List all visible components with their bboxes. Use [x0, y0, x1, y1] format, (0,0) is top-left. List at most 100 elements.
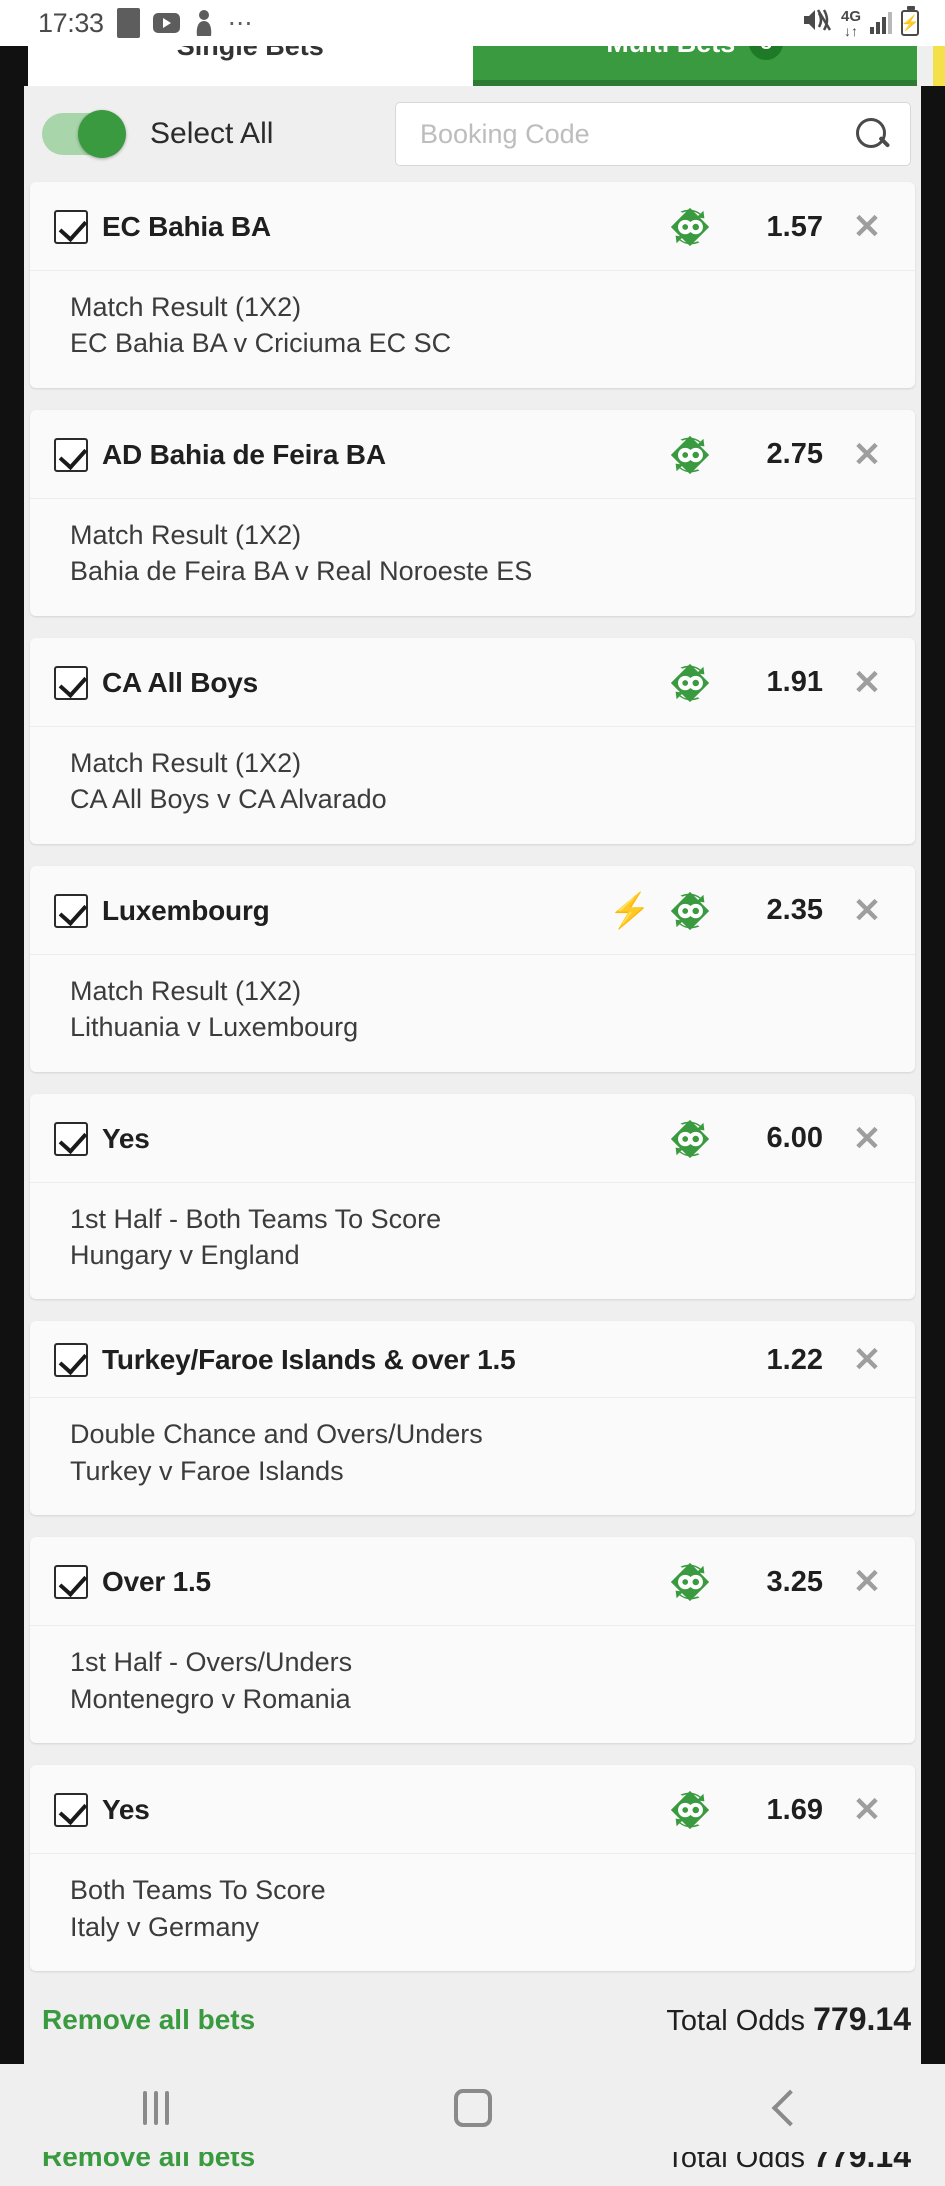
- more-dots-icon: ⋯: [227, 9, 255, 37]
- tab-multi-bets-badge: 8: [749, 46, 784, 60]
- android-nav-bar: [0, 2064, 945, 2152]
- bet-odds: 2.75: [766, 438, 823, 471]
- bet-odds: 1.69: [766, 1793, 823, 1826]
- bet-slip-page: Select All EC Bahia BA 1.57 ✕ Match Resu…: [0, 86, 945, 2064]
- cashout-icon[interactable]: [667, 1116, 713, 1162]
- bet-event: CA All Boys v CA Alvarado: [70, 784, 387, 815]
- cashout-icon-glyph: [670, 891, 710, 930]
- bet-card-body: Match Result (1X2) CA All Boys v CA Alva…: [30, 727, 915, 844]
- cashout-icon[interactable]: [667, 204, 713, 250]
- signal-icon: [870, 12, 892, 34]
- bet-card: AD Bahia de Feira BA 2.75 ✕ Match Result…: [30, 409, 915, 616]
- bet-checkbox[interactable]: [54, 437, 88, 472]
- bet-card-header: Yes 1.69 ✕: [30, 1765, 915, 1855]
- status-bar-right: 4G ↓↑ ⚡: [802, 6, 919, 39]
- remove-bet-button[interactable]: ✕: [845, 1343, 889, 1377]
- cashout-icon-glyph: [670, 435, 710, 475]
- bet-card: Yes 6.00 ✕ 1st Half - Both Teams To Scor…: [30, 1093, 915, 1300]
- bet-card-body: 1st Half - Overs/Unders Montenegro v Rom…: [30, 1626, 915, 1743]
- bet-card: Over 1.5 3.25 ✕ 1st Half - Overs/Unders …: [30, 1537, 915, 1744]
- screen-edge-right: [917, 46, 945, 86]
- bet-card-body: Both Teams To Score Italy v Germany: [30, 1854, 915, 1971]
- person-glyph: [196, 10, 211, 36]
- bet-card-header: Yes 6.00 ✕: [30, 1094, 915, 1183]
- bet-market: Match Result (1X2): [70, 747, 302, 778]
- bet-event: Hungary v England: [70, 1239, 300, 1270]
- bet-market: Match Result (1X2): [70, 292, 302, 322]
- bet-card-body: Match Result (1X2) EC Bahia BA v Cricium…: [30, 271, 915, 388]
- bet-selection-name: Yes: [102, 1794, 150, 1826]
- youtube-icon: [152, 13, 180, 33]
- cashout-icon[interactable]: [667, 1559, 713, 1605]
- search-icon[interactable]: [854, 116, 890, 152]
- bet-slip-tabs: Single Bets Multi Bets 8: [0, 46, 945, 86]
- bet-card: CA All Boys 1.91 ✕ Match Result (1X2) CA…: [30, 637, 915, 844]
- bet-slip-footer: Remove all bets Total Odds 779.14: [0, 1971, 945, 2064]
- bet-odds: 2.35: [766, 894, 823, 927]
- remove-bet-button[interactable]: ✕: [845, 1793, 889, 1827]
- bet-market: Double Chance and Overs/Unders: [70, 1419, 483, 1450]
- bet-odds: 1.91: [766, 666, 823, 699]
- tab-multi-bets[interactable]: Multi Bets 8: [472, 46, 917, 86]
- select-all-label: Select All: [150, 117, 274, 150]
- footer-sliver: Remove all bets Total Odds 779.14: [0, 2152, 945, 2186]
- cashout-icon-glyph: [670, 207, 710, 247]
- cashout-icon[interactable]: [667, 1787, 713, 1833]
- cashout-icon-glyph: [670, 1563, 710, 1602]
- bet-card-header: Luxembourg ⚡ 2.35 ✕: [30, 866, 915, 955]
- bet-market: 1st Half - Overs/Unders: [70, 1647, 353, 1678]
- bet-card-header: Over 1.5 3.25 ✕: [30, 1537, 915, 1627]
- app-square-icon: [116, 8, 140, 38]
- bet-odds: 1.22: [766, 1343, 823, 1376]
- select-all-bar: Select All: [0, 86, 945, 182]
- bet-card-header: Turkey/Faroe Islands & over 1.5 1.22 ✕: [30, 1321, 915, 1399]
- phone-screen: 17:33 ⋯ 4G ↓↑ ⚡ Select All Booking Code …: [0, 0, 945, 2186]
- tab-single-bets[interactable]: Single Bets: [28, 46, 473, 86]
- cashout-icon[interactable]: [667, 888, 713, 934]
- bet-event: Italy v Germany: [70, 1911, 260, 1942]
- remove-bet-button[interactable]: ✕: [845, 210, 889, 244]
- bet-selection-name: Over 1.5: [102, 1566, 211, 1598]
- bet-market: 1st Half - Both Teams To Score: [70, 1203, 442, 1234]
- home-icon[interactable]: [453, 2089, 492, 2127]
- bet-card: Turkey/Faroe Islands & over 1.5 1.22 ✕ D…: [30, 1321, 915, 1516]
- bet-card-body: 1st Half - Both Teams To Score Hungary v…: [30, 1183, 915, 1300]
- remove-all-bets-button[interactable]: Remove all bets: [42, 2004, 255, 2036]
- bet-card: EC Bahia BA 1.57 ✕ Match Result (1X2) EC…: [30, 182, 915, 388]
- bet-card-body: Match Result (1X2) Lithuania v Luxembour…: [30, 955, 915, 1072]
- bet-checkbox[interactable]: [54, 210, 88, 244]
- cashout-icon-glyph: [670, 1119, 710, 1158]
- remove-bet-button[interactable]: ✕: [845, 666, 889, 700]
- booking-code-input[interactable]: [420, 118, 844, 150]
- 4g-data-icon: 4G ↓↑: [840, 7, 861, 39]
- cashout-icon-glyph: [670, 663, 710, 702]
- bet-odds: 1.57: [766, 210, 823, 243]
- cashout-icon[interactable]: [667, 432, 713, 478]
- bet-card-body: Match Result (1X2) Bahia de Feira BA v R…: [30, 499, 915, 616]
- remove-bet-button[interactable]: ✕: [845, 1122, 889, 1156]
- bet-odds: 6.00: [766, 1122, 823, 1154]
- bet-checkbox[interactable]: [54, 665, 88, 700]
- remove-bet-button[interactable]: ✕: [845, 894, 889, 928]
- back-icon[interactable]: [771, 2089, 808, 2127]
- remove-bet-button[interactable]: ✕: [845, 438, 889, 472]
- total-odds-label: Total Odds: [666, 2005, 806, 2037]
- screen-edge-left: [0, 46, 28, 86]
- bet-card-header: CA All Boys 1.91 ✕: [30, 638, 915, 727]
- screen-edge-right-strip: [921, 86, 945, 2064]
- booking-code-box[interactable]: [395, 102, 911, 166]
- bet-selection-name: Turkey/Faroe Islands & over 1.5: [102, 1344, 516, 1376]
- recents-icon[interactable]: [142, 2091, 169, 2125]
- mute-icon: [802, 7, 832, 39]
- cashout-icon-glyph: [670, 1790, 710, 1830]
- bet-checkbox[interactable]: [54, 1793, 88, 1828]
- bet-list: EC Bahia BA 1.57 ✕ Match Result (1X2) EC…: [0, 182, 945, 1971]
- bet-checkbox[interactable]: [54, 1121, 88, 1156]
- bet-event: Lithuania v Luxembourg: [70, 1012, 359, 1043]
- bet-checkbox[interactable]: [54, 893, 88, 928]
- bet-checkbox[interactable]: [54, 1565, 88, 1600]
- bet-checkbox[interactable]: [54, 1343, 88, 1378]
- select-all-toggle[interactable]: [42, 110, 126, 158]
- remove-bet-button[interactable]: ✕: [845, 1565, 889, 1599]
- cashout-icon[interactable]: [667, 660, 713, 706]
